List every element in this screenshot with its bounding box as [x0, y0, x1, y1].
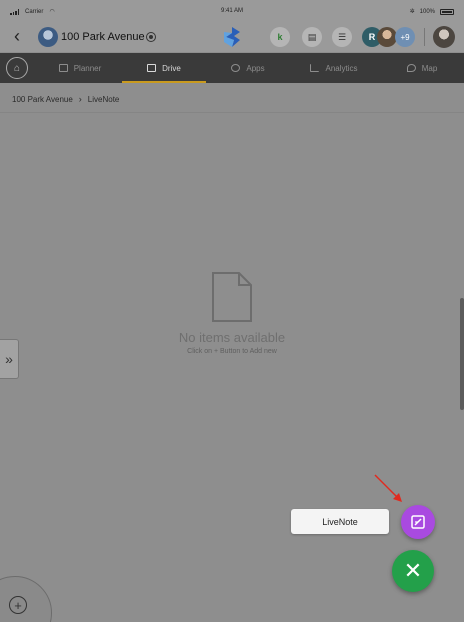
- header-divider: [424, 28, 425, 46]
- livenote-icon: [411, 515, 425, 529]
- user-profile-avatar[interactable]: [433, 26, 455, 48]
- battery-icon: [440, 8, 454, 15]
- close-icon: ✕: [403, 558, 423, 583]
- drive-icon: [147, 64, 157, 72]
- app-header: ‹ 100 Park Avenue k ▤ ☰ R +9: [0, 22, 464, 52]
- double-chevron-right-icon: »: [5, 351, 13, 367]
- add-circle-icon[interactable]: +: [9, 596, 27, 614]
- bluetooth-icon: ✲: [409, 9, 415, 15]
- breadcrumb: 100 Park Avenue › LiveNote: [12, 94, 119, 104]
- status-time: 9:41 AM: [220, 8, 243, 14]
- k-app-icon[interactable]: k: [270, 27, 290, 47]
- form-icon[interactable]: ▤: [302, 27, 322, 47]
- app-logo-icon: [224, 27, 240, 47]
- tab-planner[interactable]: Planner: [38, 53, 122, 83]
- breadcrumb-current: LiveNote: [87, 94, 120, 104]
- livenote-button[interactable]: [401, 505, 435, 539]
- content-divider: [0, 112, 464, 113]
- bottom-add-button[interactable]: [0, 576, 52, 622]
- home-icon[interactable]: ⌂: [6, 57, 28, 79]
- status-bar: Carrier ◠ 9:41 AM ✲ 100%: [0, 0, 464, 22]
- chevron-right-icon: ›: [78, 94, 82, 104]
- tab-drive[interactable]: Drive: [122, 53, 206, 83]
- close-fab-button[interactable]: ✕: [392, 550, 434, 592]
- planner-icon: [58, 64, 68, 72]
- empty-state-title: No items available: [178, 330, 286, 345]
- empty-state: No items available Click on + Button to …: [0, 270, 464, 355]
- annotation-arrow-icon: [374, 474, 402, 502]
- tab-analytics[interactable]: Analytics: [292, 53, 376, 83]
- analytics-icon: [310, 64, 320, 72]
- empty-state-subtitle: Click on + Button to Add new: [187, 348, 277, 355]
- tab-apps[interactable]: Apps: [206, 53, 290, 83]
- project-name[interactable]: 100 Park Avenue: [61, 31, 145, 43]
- more-members-badge[interactable]: +9: [395, 27, 415, 47]
- member-avatar-photo[interactable]: [377, 27, 397, 47]
- project-avatar[interactable]: [38, 27, 58, 47]
- project-settings-icon[interactable]: [147, 33, 155, 41]
- expand-panel-button[interactable]: »: [0, 339, 19, 379]
- tab-map[interactable]: Map: [380, 53, 464, 83]
- apps-icon: [231, 64, 241, 72]
- main-nav: ⌂ Planner Drive Apps Analytics Map: [0, 53, 464, 83]
- empty-document-icon: [212, 272, 252, 322]
- livenote-option-label[interactable]: LiveNote: [291, 509, 389, 534]
- scrollbar[interactable]: [460, 298, 464, 410]
- map-icon: [406, 64, 416, 72]
- back-chevron-icon[interactable]: ‹: [14, 27, 20, 45]
- battery-percent: 100%: [419, 8, 435, 15]
- breadcrumb-root[interactable]: 100 Park Avenue: [12, 95, 73, 104]
- checklist-icon[interactable]: ☰: [332, 27, 352, 47]
